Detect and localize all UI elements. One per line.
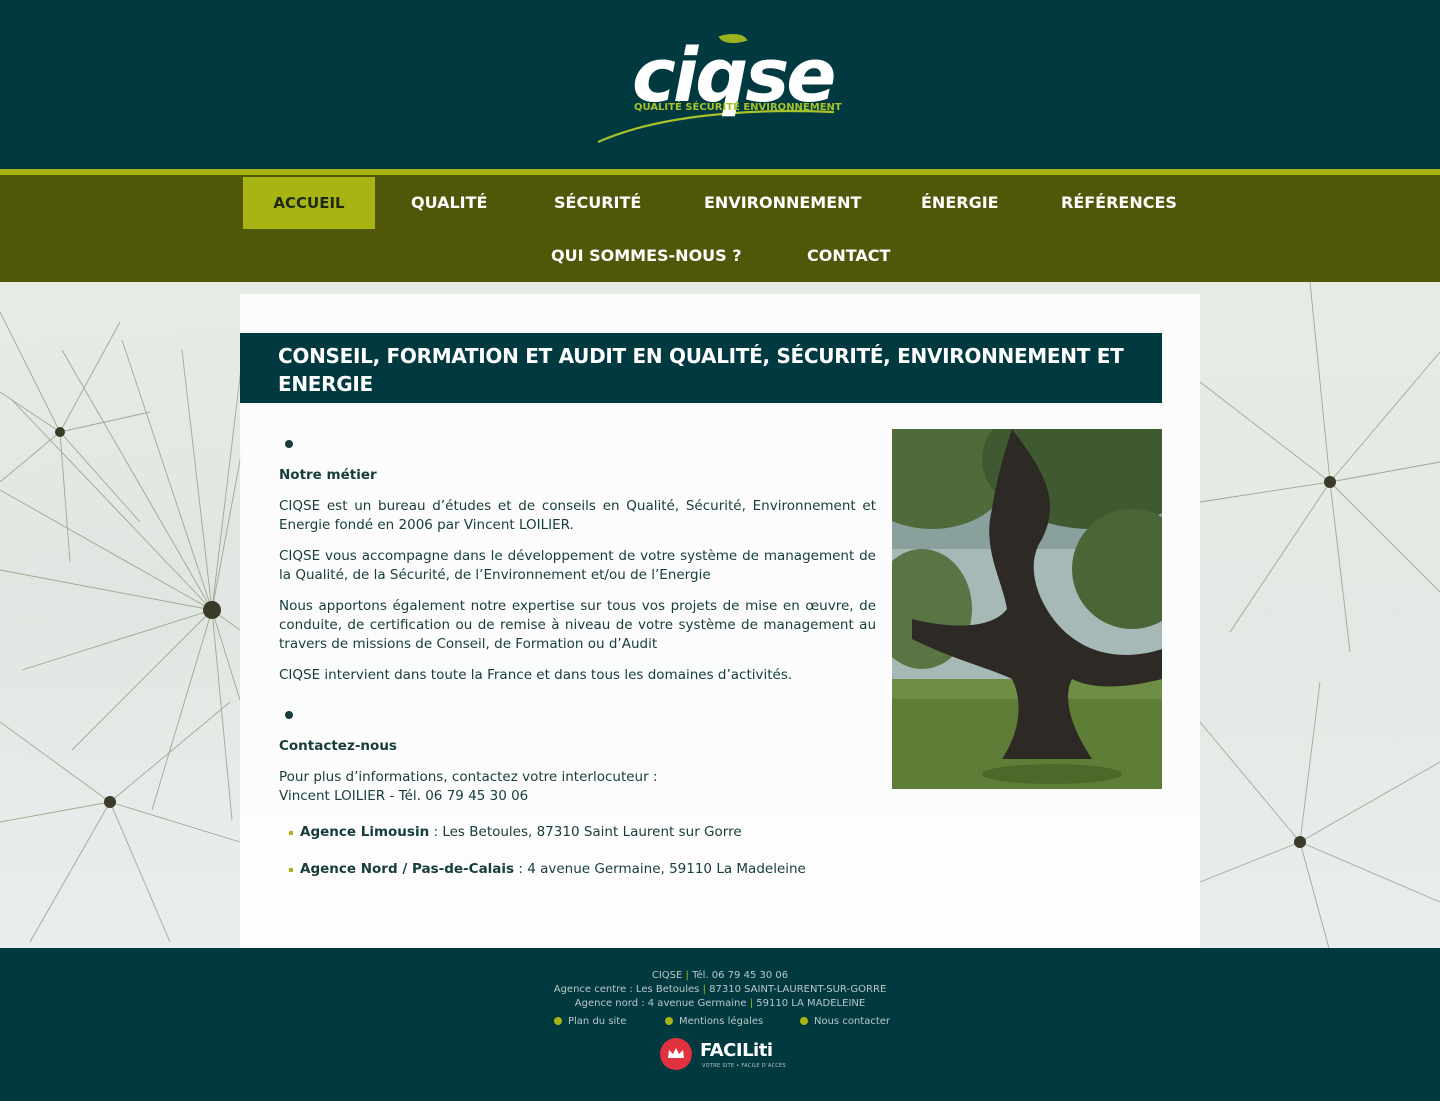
footer-agency-centre: Agence centre : Les Betoules <box>553 984 700 995</box>
footer-separator: | <box>685 970 689 981</box>
bullet-arrow-icon <box>800 1017 808 1025</box>
nav-item-accueil[interactable]: ACCUEIL <box>243 177 375 229</box>
faciliti-wordmark: FACILiti <box>700 1040 773 1061</box>
footer-company-line: CIQSE | Tél. 06 79 45 30 06 <box>0 969 1440 982</box>
site-footer: CIQSE | Tél. 06 79 45 30 06 Agence centr… <box>0 948 1440 1101</box>
main-nav: ACCUEIL QUALITÉ SÉCURITÉ ENVIRONNEMENT É… <box>0 169 1440 282</box>
agency-name: Agence Nord / Pas-de-Calais <box>300 861 515 877</box>
tree-photo <box>892 429 1162 789</box>
paragraph: CIQSE est un bureau d’études et de conse… <box>279 498 876 533</box>
bullet-arrow-icon <box>554 1017 562 1025</box>
footer-link-plan-du-site[interactable]: Plan du site <box>554 1016 626 1027</box>
agency-name: Agence Limousin <box>300 824 430 840</box>
section-heading-metier: Notre métier <box>279 467 377 483</box>
footer-link-mentions-legales[interactable]: Mentions légales <box>665 1016 763 1027</box>
footer-company: CIQSE <box>651 970 683 981</box>
agency-item: Agence Limousin : Les Betoules, 87310 Sa… <box>279 823 876 842</box>
agency-item: Agence Nord / Pas-de-Calais : 4 avenue G… <box>279 860 876 879</box>
nav-item-qui-sommes-nous[interactable]: QUI SOMMES-NOUS ? <box>519 230 774 282</box>
nav-item-references[interactable]: RÉFÉRENCES <box>1029 177 1209 229</box>
bullet-icon <box>285 440 293 448</box>
contact-person-line: Vincent LOILIER - Tél. 06 79 45 30 06 <box>279 788 529 804</box>
paragraph: CIQSE intervient dans toute la France et… <box>279 667 793 683</box>
bullet-arrow-icon <box>665 1017 673 1025</box>
contact-intro: Pour plus d’informations, contactez votr… <box>279 768 876 806</box>
footer-agency-centre-city: 87310 SAINT-LAURENT-SUR-GORRE <box>709 984 887 995</box>
footer-phone: Tél. 06 79 45 30 06 <box>692 970 789 981</box>
footer-link-nous-contacter[interactable]: Nous contacter <box>800 1016 890 1027</box>
footer-agency-nord: Agence nord : 4 avenue Germaine <box>574 998 747 1009</box>
footer-agency-nord-line: Agence nord : 4 avenue Germaine | 59110 … <box>0 997 1440 1010</box>
paragraph: CIQSE vous accompagne dans le développem… <box>279 548 876 583</box>
article-body: Notre métier CIQSE est un bureau d’étude… <box>279 440 876 879</box>
footer-agency-nord-city: 59110 LA MADELEINE <box>756 998 866 1009</box>
page-title-bar: CONSEIL, FORMATION ET AUDIT EN QUALITÉ, … <box>240 333 1162 403</box>
footer-separator: | <box>749 998 754 1009</box>
contact-intro-line: Pour plus d’informations, contactez votr… <box>279 769 658 785</box>
footer-link-label: Nous contacter <box>814 1016 891 1027</box>
nav-item-environnement[interactable]: ENVIRONNEMENT <box>672 177 893 229</box>
footer-separator: | <box>702 984 706 995</box>
nav-item-securite[interactable]: SÉCURITÉ <box>522 177 673 229</box>
tree-image <box>892 429 1162 789</box>
footer-link-label: Plan du site <box>568 1016 627 1027</box>
ciqse-logo[interactable]: ciqse QUALITÉ SÉCURITÉ ENVIRONNEMENT <box>596 28 846 148</box>
site-header: ciqse QUALITÉ SÉCURITÉ ENVIRONNEMENT <box>0 0 1440 170</box>
agency-address: : 4 avenue Germaine, 59110 La Madeleine <box>514 861 806 877</box>
agency-address: : Les Betoules, 87310 Saint Laurent sur … <box>429 824 742 840</box>
paragraph: Nous apportons également notre expertise… <box>279 598 876 652</box>
nav-item-qualite[interactable]: QUALITÉ <box>379 177 519 229</box>
crown-glyph <box>668 1048 684 1058</box>
nav-item-energie[interactable]: ÉNERGIE <box>889 177 1031 229</box>
footer-link-label: Mentions légales <box>679 1016 764 1027</box>
logo-tagline: QUALITÉ SÉCURITÉ ENVIRONNEMENT <box>634 102 842 113</box>
bullet-icon <box>285 711 293 719</box>
faciliti-tagline: VOTRE SITE • FACILE D’ACCÈS <box>702 1063 786 1069</box>
crown-icon <box>660 1038 692 1070</box>
footer-agency-centre-line: Agence centre : Les Betoules | 87310 SAI… <box>0 983 1440 996</box>
faciliti-accessibility-button[interactable]: FACILiti VOTRE SITE • FACILE D’ACCÈS <box>660 1038 786 1074</box>
page-title: CONSEIL, FORMATION ET AUDIT EN QUALITÉ, … <box>278 344 1124 396</box>
nav-item-contact[interactable]: CONTACT <box>775 230 922 282</box>
section-heading-contact: Contactez-nous <box>279 738 397 754</box>
